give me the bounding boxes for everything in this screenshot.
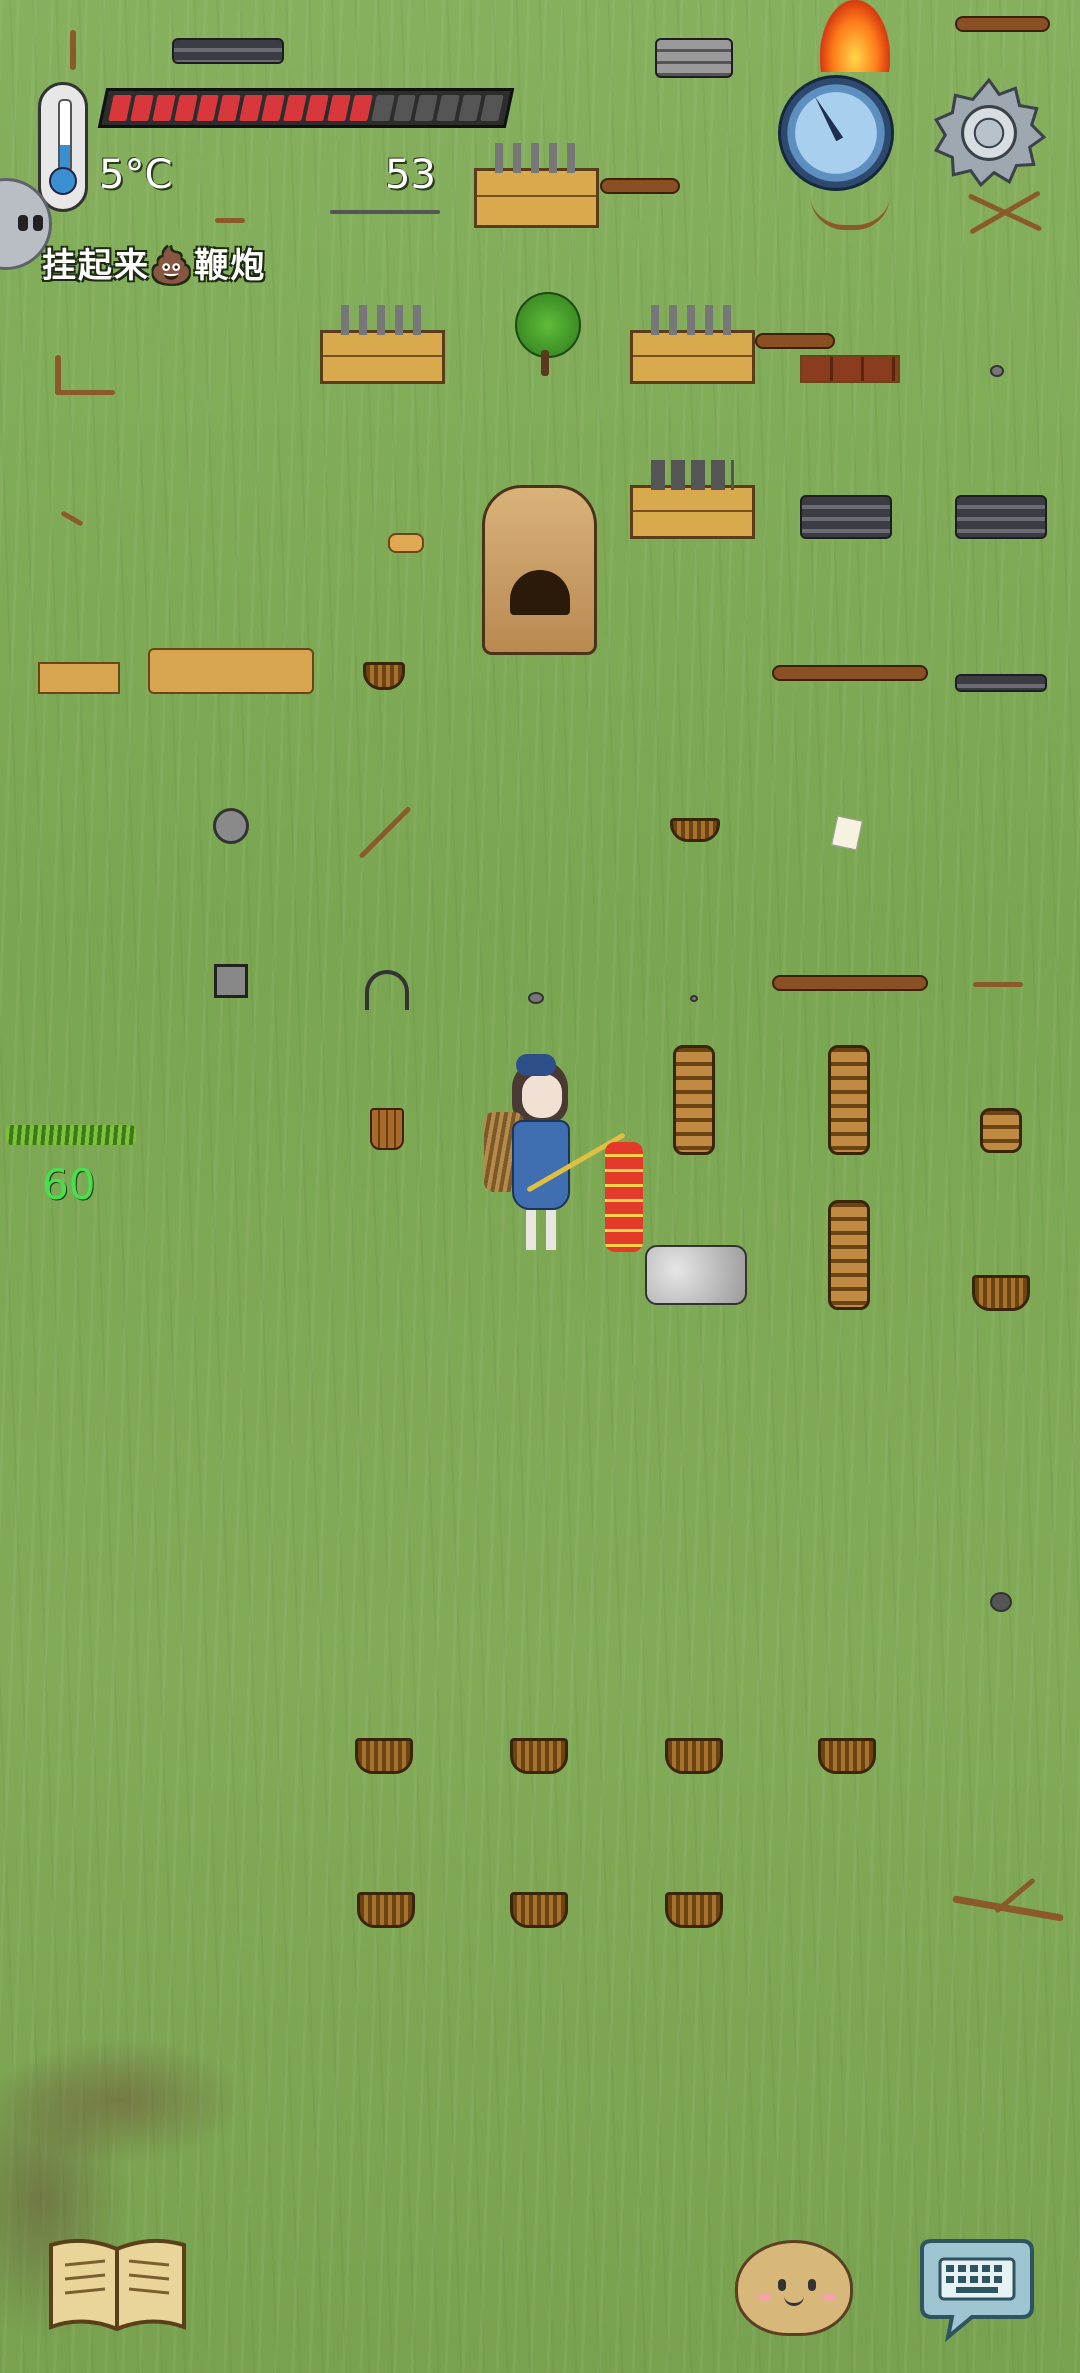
basket-item[interactable]: [972, 1275, 1030, 1311]
food-segment: [173, 95, 198, 121]
bowl-stack-item[interactable]: [828, 1200, 870, 1310]
fire-item[interactable]: [820, 0, 890, 72]
stick-item[interactable]: [973, 982, 1023, 987]
board-pile-item[interactable]: [38, 662, 120, 694]
water-bucket-item[interactable]: [370, 1108, 404, 1150]
temperature-readout: 5°C: [99, 152, 173, 198]
berry-bowl-item[interactable]: [363, 662, 405, 690]
log-item[interactable]: [755, 333, 835, 349]
twig-item[interactable]: [60, 510, 84, 527]
food-segment: [349, 95, 373, 121]
rope-item[interactable]: [330, 210, 440, 214]
log-item[interactable]: [772, 975, 928, 991]
pebble-item[interactable]: [528, 992, 544, 1004]
charcoal-pile-item[interactable]: [800, 495, 892, 539]
food-segment: [458, 95, 482, 121]
basket-item[interactable]: [510, 1892, 568, 1928]
compass-icon[interactable]: [778, 75, 894, 191]
bowl-item[interactable]: [670, 818, 720, 842]
bowl-stack-item[interactable]: [673, 1045, 715, 1155]
food-segment: [261, 95, 285, 121]
shovel-item[interactable]: [55, 390, 115, 395]
hatchet-item[interactable]: [358, 805, 412, 860]
charcoal-pile-item[interactable]: [955, 495, 1047, 539]
small-stick-item[interactable]: [215, 218, 245, 223]
food-meter: [97, 88, 515, 128]
gear-icon[interactable]: [928, 72, 1050, 194]
iron-mold-item[interactable]: [214, 964, 248, 998]
food-segment: [370, 95, 395, 121]
bowl-stack-item[interactable]: [828, 1045, 870, 1155]
reed-bundle-item[interactable]: [6, 1125, 136, 1145]
log-item[interactable]: [772, 665, 928, 681]
tool-crate-item[interactable]: [474, 143, 599, 228]
paper-item[interactable]: [831, 815, 863, 851]
firecracker-string-item[interactable]: [605, 1142, 643, 1252]
shovel-item[interactable]: [55, 355, 61, 395]
log-item[interactable]: [955, 16, 1050, 32]
food-segment: [436, 95, 461, 121]
thermometer-icon: [38, 82, 88, 212]
tree-sapling-item[interactable]: [515, 292, 581, 358]
tree-trunk: [541, 350, 549, 376]
basket-item[interactable]: [665, 1738, 723, 1774]
tool-crate-item[interactable]: [630, 305, 755, 384]
basket-item[interactable]: [355, 1738, 413, 1774]
bucket-item[interactable]: [213, 808, 249, 844]
flint-chip-item[interactable]: [990, 365, 1004, 377]
basket-item[interactable]: [818, 1738, 876, 1774]
round-stone-item[interactable]: [990, 1592, 1012, 1612]
food-segment: [239, 95, 263, 121]
bread-item[interactable]: [388, 533, 424, 553]
food-segment: [195, 95, 220, 121]
emote-face-icon[interactable]: [735, 2240, 853, 2336]
game-world[interactable]: [0, 0, 1080, 2373]
player-hat: [516, 1054, 556, 1076]
player-face: [522, 1074, 562, 1118]
iron-tool-crate-item[interactable]: [630, 460, 755, 539]
bow-drill-item[interactable]: [810, 195, 890, 230]
wooden-cart-item[interactable]: [148, 648, 314, 694]
basket-item[interactable]: [510, 1738, 568, 1774]
basket-item[interactable]: [357, 1892, 415, 1928]
tool-crate-item[interactable]: [320, 305, 445, 384]
iron-bar-item[interactable]: [955, 674, 1047, 692]
food-segment: [327, 95, 351, 121]
food-segment: [283, 95, 307, 121]
iron-pile-item[interactable]: [172, 38, 284, 64]
stone-pile-item[interactable]: [645, 1245, 747, 1305]
food-segment: [152, 95, 176, 121]
food-segment: [130, 95, 154, 121]
food-segment: [305, 95, 329, 121]
food-segment: [392, 95, 417, 121]
item-count-label: 60: [42, 1160, 96, 1209]
food-segment: [108, 95, 132, 121]
brick-pile-item[interactable]: [800, 355, 900, 383]
bowl-stack-item[interactable]: [980, 1108, 1022, 1153]
tech-book-icon[interactable]: [45, 2235, 190, 2335]
task-hint: 挂起来💩鞭炮: [42, 246, 267, 286]
basket-item[interactable]: [665, 1892, 723, 1928]
food-segment: [480, 95, 504, 121]
flat-stone-pile-item[interactable]: [655, 38, 733, 78]
chat-keyboard-icon[interactable]: [912, 2237, 1038, 2343]
log-item[interactable]: [600, 178, 680, 194]
bow-item[interactable]: [365, 970, 409, 1010]
food-segment: [414, 95, 439, 121]
yum-counter: 53: [385, 152, 436, 198]
player-coat: [512, 1120, 570, 1210]
food-segment: [217, 95, 242, 121]
shaft-item[interactable]: [70, 30, 76, 70]
pebble-item[interactable]: [690, 995, 698, 1002]
player-legs: [526, 1210, 556, 1250]
